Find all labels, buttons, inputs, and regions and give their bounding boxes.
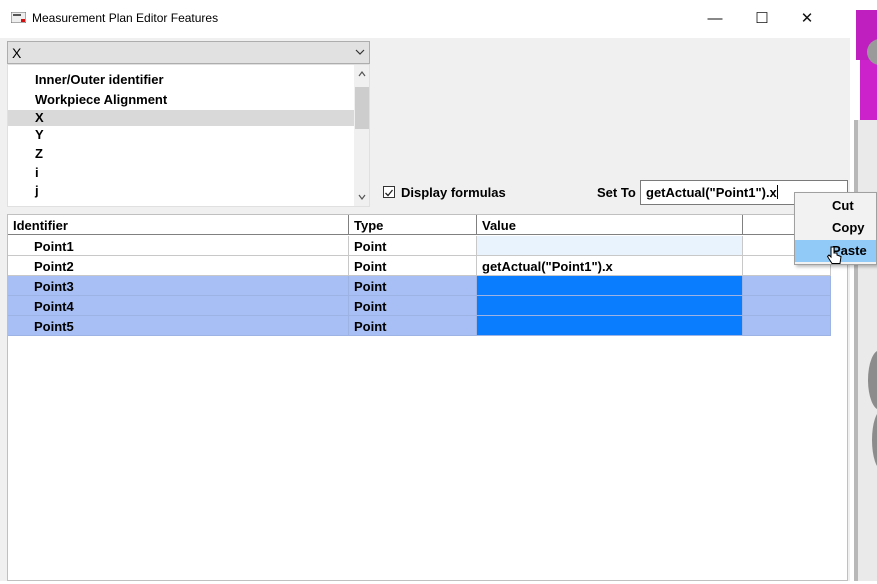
table-row-selected[interactable]: Point5 Point <box>8 316 831 336</box>
list-scrollbar[interactable] <box>354 65 369 206</box>
checkmark-icon <box>385 189 394 197</box>
cell-identifier[interactable]: Point2 <box>8 256 349 276</box>
table-row-selected[interactable]: Point4 Point <box>8 296 831 316</box>
list-item[interactable]: i <box>8 165 354 181</box>
set-to-value: getActual("Point1").x <box>646 185 777 200</box>
cell-value[interactable] <box>477 296 743 316</box>
cell-type[interactable]: Point <box>349 236 477 256</box>
cell-identifier[interactable]: Point1 <box>8 236 349 256</box>
background-app-strip <box>850 0 877 581</box>
cell-value[interactable] <box>477 276 743 296</box>
chevron-down-icon[interactable] <box>357 192 367 202</box>
list-item[interactable]: Workpiece Alignment <box>8 92 354 108</box>
cell-type[interactable]: Point <box>349 296 477 316</box>
scrollbar-thumb[interactable] <box>355 87 369 129</box>
features-grid[interactable]: Identifier Type Value Point1 Point Point… <box>7 214 848 581</box>
menu-item-cut[interactable]: Cut <box>795 195 876 217</box>
chevron-down-icon[interactable] <box>355 46 365 58</box>
app-icon <box>11 12 26 23</box>
features-editor-window: Measurement Plan Editor Features — ☐ ✕ X… <box>0 0 850 581</box>
feature-filter-list[interactable]: Inner/Outer identifier Workpiece Alignme… <box>7 64 370 207</box>
display-formulas-checkbox[interactable] <box>383 186 395 198</box>
list-item[interactable]: Inner/Outer identifier <box>8 72 354 88</box>
cell-identifier[interactable]: Point5 <box>8 316 349 336</box>
column-header-type[interactable]: Type <box>349 215 477 235</box>
close-button[interactable]: ✕ <box>784 0 830 38</box>
cell-extra[interactable] <box>743 296 831 316</box>
cell-value[interactable]: getActual("Point1").x <box>477 256 743 276</box>
cell-extra[interactable] <box>743 316 831 336</box>
text-caret <box>776 185 778 199</box>
background-app-graphics <box>854 10 877 581</box>
title-bar: Measurement Plan Editor Features — ☐ ✕ <box>0 0 850 38</box>
column-header-value[interactable]: Value <box>477 215 743 235</box>
feature-filter-combo[interactable]: X <box>7 41 370 64</box>
minimize-button[interactable]: — <box>692 0 738 38</box>
list-item[interactable]: Y <box>8 127 354 143</box>
cell-identifier[interactable]: Point4 <box>8 296 349 316</box>
cell-type[interactable]: Point <box>349 256 477 276</box>
menu-item-copy[interactable]: Copy <box>795 217 876 239</box>
window-title: Measurement Plan Editor Features <box>32 11 219 25</box>
feature-filter-value: X <box>12 45 22 61</box>
list-item[interactable]: Z <box>8 146 354 162</box>
cell-type[interactable]: Point <box>349 316 477 336</box>
cell-value[interactable] <box>477 236 743 256</box>
display-formulas-label[interactable]: Display formulas <box>401 185 506 200</box>
set-to-label: Set To <box>597 185 636 200</box>
column-header-identifier[interactable]: Identifier <box>8 215 349 235</box>
list-item-selected[interactable]: X <box>8 110 354 126</box>
close-icon: ✕ <box>800 10 814 27</box>
maximize-icon: ☐ <box>755 10 769 27</box>
table-row-selected[interactable]: Point3 Point <box>8 276 831 296</box>
minimize-icon: — <box>707 10 723 27</box>
list-item[interactable]: j <box>8 183 354 199</box>
cell-type[interactable]: Point <box>349 276 477 296</box>
table-row[interactable]: Point1 Point <box>8 236 831 256</box>
maximize-button[interactable]: ☐ <box>739 0 785 38</box>
hand-cursor-icon <box>826 246 842 264</box>
cell-identifier[interactable]: Point3 <box>8 276 349 296</box>
cell-value[interactable] <box>477 316 743 336</box>
cell-extra[interactable] <box>743 276 831 296</box>
table-row[interactable]: Point2 Point getActual("Point1").x <box>8 256 831 276</box>
chevron-up-icon[interactable] <box>357 69 367 79</box>
